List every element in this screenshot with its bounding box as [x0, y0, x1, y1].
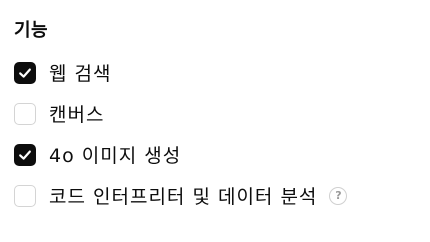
section-title: 기능	[14, 20, 49, 41]
web-search-label: 웹 검색	[49, 63, 112, 85]
image-generation-label: 4o 이미지 생성	[49, 145, 182, 167]
checkmark-icon	[19, 68, 31, 78]
question-circle-icon[interactable]: ?	[329, 186, 348, 205]
web-search-checkbox[interactable]	[14, 61, 36, 84]
option-web-search[interactable]: 웹 검색	[14, 52, 424, 93]
code-interpreter-label: 코드 인터프리터 및 데이터 분석	[49, 186, 318, 208]
features-section: 기능 웹 검색 캔버스 4o 이미지 생성 코드 인터프리터 및 데이터 분석 …	[14, 14, 424, 216]
option-image-generation[interactable]: 4o 이미지 생성	[14, 134, 424, 175]
canvas-label: 캔버스	[49, 104, 105, 126]
option-canvas[interactable]: 캔버스	[14, 93, 424, 134]
option-code-interpreter[interactable]: 코드 인터프리터 및 데이터 분석 ?	[14, 175, 424, 216]
checkmark-icon	[19, 150, 31, 160]
code-interpreter-checkbox[interactable]	[14, 184, 36, 207]
canvas-checkbox[interactable]	[14, 102, 36, 125]
image-generation-checkbox[interactable]	[14, 143, 36, 166]
